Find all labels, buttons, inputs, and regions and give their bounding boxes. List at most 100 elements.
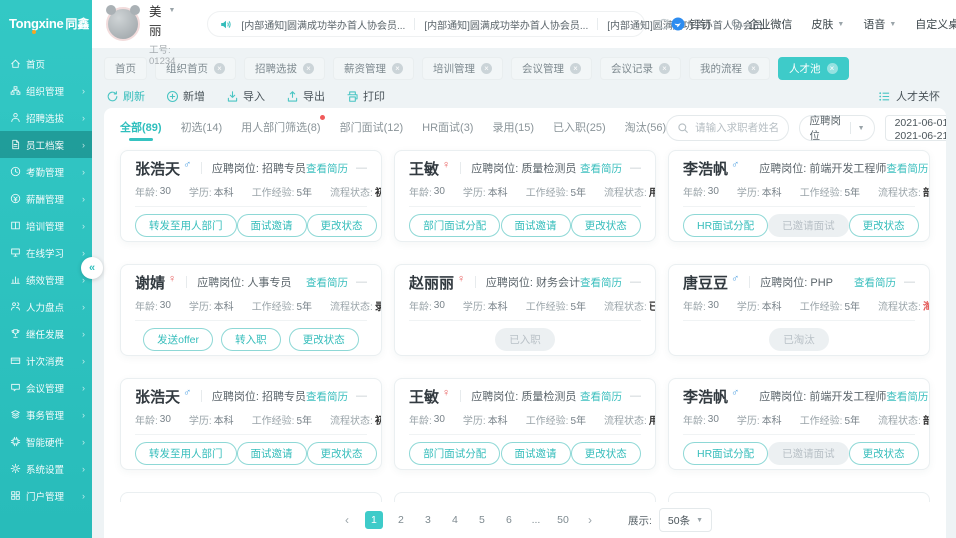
view-resume-link[interactable]: 查看简历 [580,389,622,404]
sidebar-item-16[interactable]: 门户管理› [0,482,92,509]
view-resume-link[interactable]: 查看简历 [854,275,896,290]
sidebar-item-0[interactable]: 首页 [0,50,92,77]
page-button-3[interactable]: 3 [419,511,437,529]
card-action-button[interactable]: HR面试分配 [683,214,768,237]
toolbar-action-3[interactable]: 导出 [286,88,325,104]
status-filter-tab-4[interactable]: HR面试(3) [422,112,473,144]
sidebar-item-10[interactable]: 继任发展› [0,320,92,347]
view-resume-link[interactable]: 查看简历 [886,161,928,176]
notification-item[interactable]: [内部通知]圆满成功举办首人协会员... [241,17,405,32]
page-size-select[interactable]: 50条 ▼ [659,508,712,532]
card-action-button[interactable]: 更改状态 [571,214,641,237]
toolbar-action-1[interactable]: 新增 [166,88,205,104]
more-icon[interactable]: — [356,276,367,288]
tab-7[interactable]: 我的流程× [689,57,770,80]
position-filter-select[interactable]: 应聘岗位 ▼ [799,115,874,141]
sidebar-item-14[interactable]: 智能硬件› [0,428,92,455]
card-action-button[interactable]: 面试邀请 [501,214,571,237]
more-icon[interactable]: — [630,276,641,288]
more-icon[interactable]: — [356,390,367,402]
tab-8[interactable]: 人才池× [778,57,849,80]
card-action-button[interactable]: 转入职 [221,328,281,351]
more-icon[interactable]: — [904,276,915,288]
tab-3[interactable]: 薪资管理× [333,57,414,80]
tab-2[interactable]: 招聘选拔× [244,57,325,80]
view-resume-link[interactable]: 查看简历 [306,389,348,404]
close-icon[interactable]: × [303,63,314,74]
page-button-2[interactable]: 2 [392,511,410,529]
sidebar-item-11[interactable]: 计次消费› [0,347,92,374]
view-resume-link[interactable]: 查看简历 [306,161,348,176]
status-filter-tab-6[interactable]: 已入职(25) [553,112,606,144]
status-filter-tab-0[interactable]: 全部(89) [120,112,162,144]
close-icon[interactable]: × [392,63,403,74]
card-action-button[interactable]: 转发至用人部门 [135,214,237,237]
tab-0[interactable]: 首页 [104,57,147,80]
close-icon[interactable]: × [481,63,492,74]
card-action-button[interactable]: 面试邀请 [237,214,307,237]
sidebar-item-3[interactable]: 员工档案› [0,131,92,158]
more-icon[interactable]: — [630,162,641,174]
view-resume-link[interactable]: 查看简历 [580,161,622,176]
sidebar-item-13[interactable]: 事务管理› [0,401,92,428]
page-button-4[interactable]: 4 [446,511,464,529]
card-action-button[interactable]: 部门面试分配 [409,442,500,465]
header-action-0[interactable]: 钉钉 [671,16,711,32]
status-filter-tab-2[interactable]: 用人部门筛选(8) [241,112,320,144]
tab-6[interactable]: 会议记录× [600,57,681,80]
more-icon[interactable]: — [356,162,367,174]
tab-5[interactable]: 会议管理× [511,57,592,80]
close-icon[interactable]: × [748,63,759,74]
view-resume-link[interactable]: 查看简历 [580,275,622,290]
sidebar-item-15[interactable]: 系统设置› [0,455,92,482]
sidebar-item-9[interactable]: 人力盘点› [0,293,92,320]
talent-care-button[interactable]: 人才关怀 [878,88,940,104]
page-button-50[interactable]: 50 [554,511,572,529]
notice-refresh-icon[interactable] [657,17,671,31]
card-action-button[interactable]: 更改状态 [849,442,919,465]
header-action-2[interactable]: 皮肤▼ [811,16,844,32]
toolbar-action-0[interactable]: 刷新 [106,88,145,104]
sidebar-collapse-button[interactable]: « [81,257,103,279]
avatar[interactable] [106,7,140,41]
next-page-button[interactable]: › [581,511,599,529]
close-icon[interactable]: × [214,63,225,74]
user-menu[interactable]: 王美丽 ▼ [149,0,175,39]
search-input[interactable] [695,122,778,134]
close-icon[interactable]: × [659,63,670,74]
sidebar-item-8[interactable]: 绩效管理› [0,266,92,293]
close-icon[interactable]: × [570,63,581,74]
close-icon[interactable]: × [827,63,838,74]
card-action-button[interactable]: 更改状态 [289,328,359,351]
header-action-3[interactable]: 语音▼ [863,16,896,32]
page-button-1[interactable]: 1 [365,511,383,529]
view-resume-link[interactable]: 查看简历 [306,275,348,290]
sidebar-item-7[interactable]: 在线学习› [0,239,92,266]
toolbar-action-2[interactable]: 导入 [226,88,265,104]
card-action-button[interactable]: 部门面试分配 [409,214,500,237]
prev-page-button[interactable]: ‹ [338,511,356,529]
sidebar-item-2[interactable]: 招聘选拔› [0,104,92,131]
sidebar-item-4[interactable]: 考勤管理› [0,158,92,185]
card-action-button[interactable]: 更改状态 [849,214,919,237]
toolbar-action-4[interactable]: 打印 [346,88,385,104]
header-action-1[interactable]: 企业微信 [730,16,792,32]
tab-4[interactable]: 培训管理× [422,57,503,80]
card-action-button[interactable]: 面试邀请 [501,442,571,465]
card-action-button[interactable]: 发送offer [143,328,213,351]
card-action-button[interactable]: 面试邀请 [237,442,307,465]
header-action-4[interactable]: 自定义桌面▼ [915,16,956,32]
page-button-6[interactable]: 6 [500,511,518,529]
sidebar-item-1[interactable]: 组织管理› [0,77,92,104]
sidebar-item-6[interactable]: 培训管理› [0,212,92,239]
status-filter-tab-7[interactable]: 淘汰(56) [625,112,667,144]
card-action-button[interactable]: HR面试分配 [683,442,768,465]
view-resume-link[interactable]: 查看简历 [886,389,928,404]
card-action-button[interactable]: 更改状态 [307,214,377,237]
status-filter-tab-1[interactable]: 初选(14) [181,112,223,144]
card-action-button[interactable]: 更改状态 [307,442,377,465]
card-action-button[interactable]: 转发至用人部门 [135,442,237,465]
page-button-5[interactable]: 5 [473,511,491,529]
sidebar-item-5[interactable]: 薪酬管理› [0,185,92,212]
card-action-button[interactable]: 更改状态 [571,442,641,465]
